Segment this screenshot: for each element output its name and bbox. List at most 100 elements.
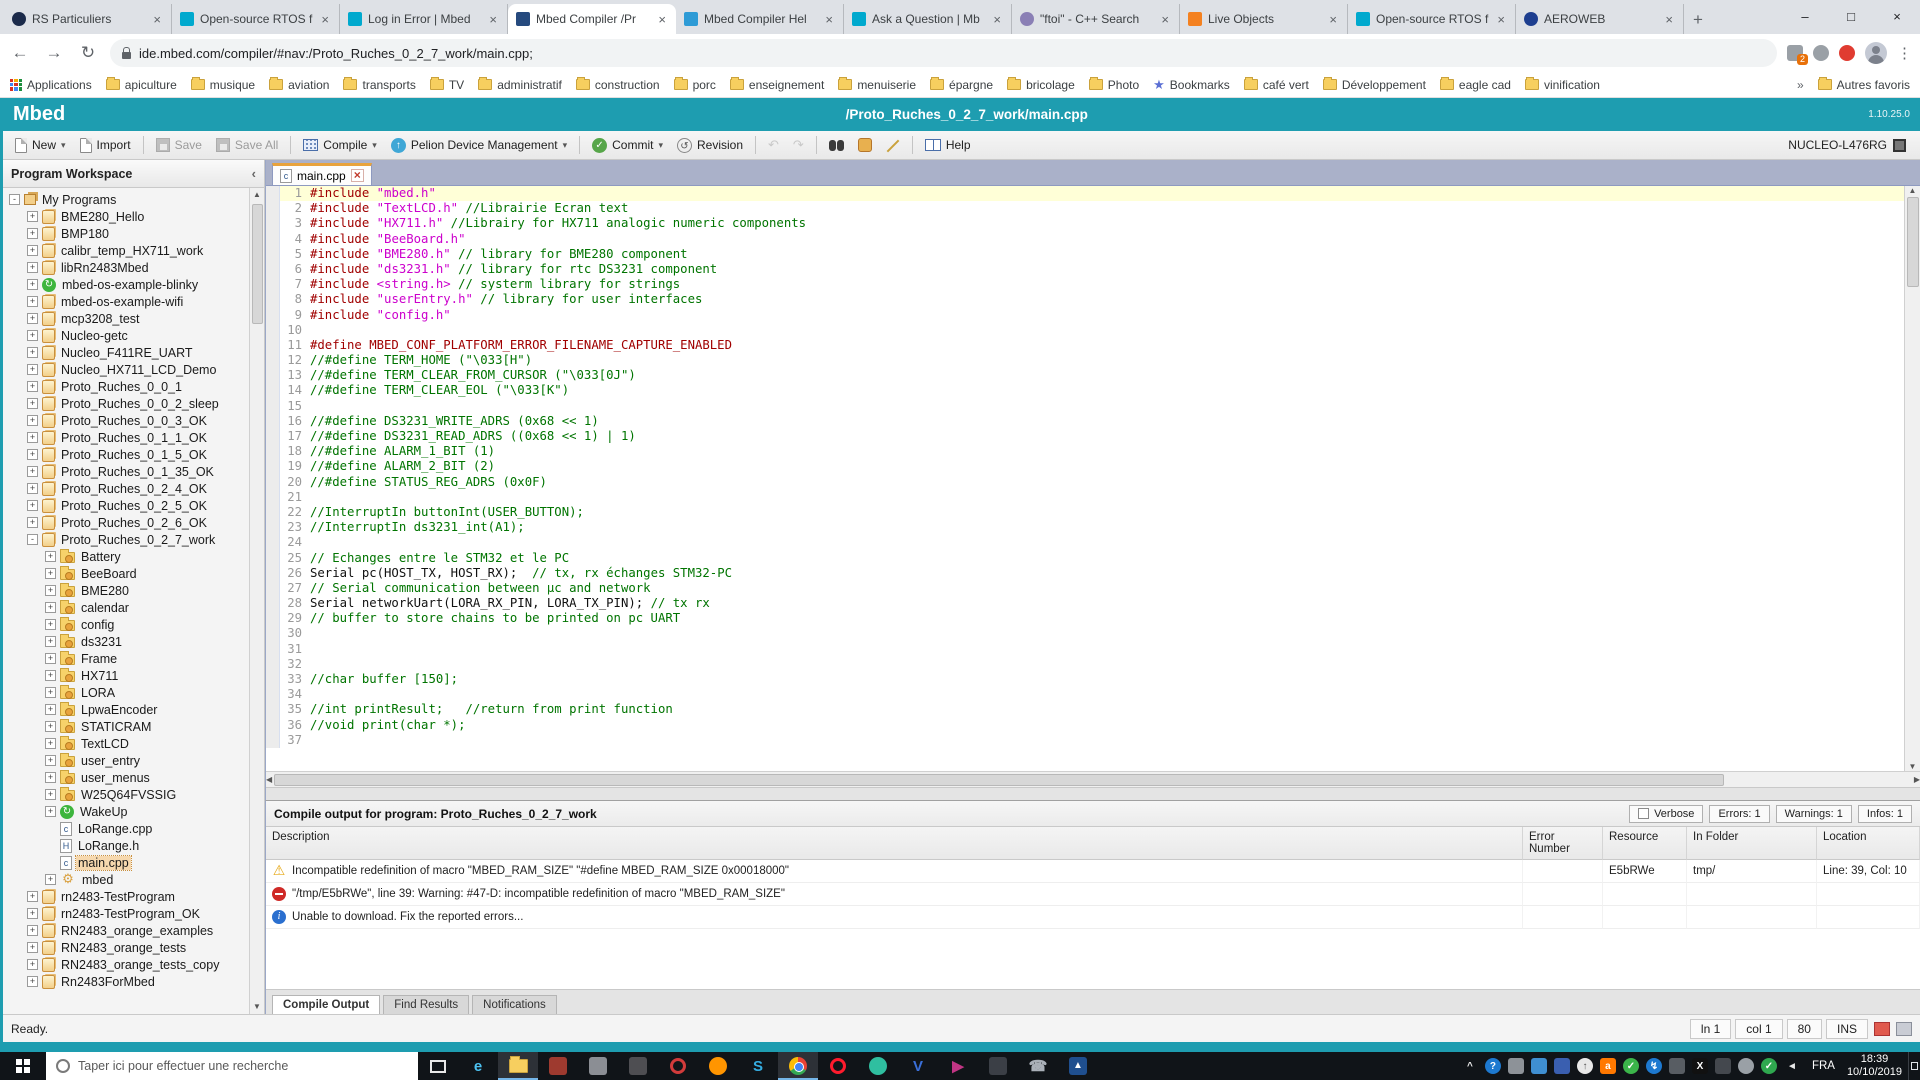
output-row-error-number[interactable] (1523, 860, 1603, 883)
tree-item[interactable]: + mbed-os-example-wifi (3, 293, 249, 310)
bookmark-item[interactable]: enseignement (729, 77, 824, 92)
code-line[interactable]: 2 #include "TextLCD.h" //Librairie Ecran … (266, 201, 1904, 217)
code-line[interactable]: 32 (266, 656, 1904, 672)
bookmark-item[interactable]: Développement (1322, 77, 1426, 92)
tree-item[interactable]: + Proto_Ruches_0_0_1 (3, 378, 249, 395)
scroll-up-icon[interactable]: ▲ (253, 188, 261, 202)
profile-avatar[interactable] (1865, 42, 1887, 64)
notification-center-button[interactable] (1908, 1052, 1920, 1080)
scroll-left-icon[interactable]: ◀ (266, 775, 272, 784)
teams-icon[interactable] (858, 1052, 898, 1080)
code-line[interactable]: 6 #include "ds3231.h" // library for rtc … (266, 261, 1904, 278)
tree-item[interactable]: + rn2483-TestProgram_OK (3, 905, 249, 922)
breakpoint-margin[interactable] (266, 565, 280, 581)
output-row-error-number[interactable] (1523, 906, 1603, 929)
panel-resizer[interactable] (266, 787, 1920, 800)
tree-expander-icon[interactable]: + (27, 279, 38, 290)
browser-tab[interactable]: "ftoi" - C++ Search × (1012, 4, 1180, 34)
bookmark-item[interactable]: ★ Bookmarks (1153, 77, 1230, 93)
settings-icon[interactable] (578, 1052, 618, 1080)
tree-expander-icon[interactable]: + (27, 908, 38, 919)
tree-item[interactable]: + Proto_Ruches_0_2_4_OK (3, 480, 249, 497)
breakpoint-margin[interactable] (266, 535, 280, 551)
editor-tab-main-cpp[interactable]: c main.cpp × (272, 163, 372, 185)
code-line[interactable]: 12 //#define TERM_HOME ("\033[H") (266, 353, 1904, 369)
tree-expander-icon[interactable]: + (27, 228, 38, 239)
collapse-sidebar-icon[interactable]: ‹ (252, 166, 256, 181)
tree-expander-icon[interactable]: + (27, 415, 38, 426)
bookmark-item[interactable]: vinification (1524, 77, 1600, 92)
breakpoint-margin[interactable] (266, 246, 280, 262)
back-icon[interactable]: ← (8, 43, 32, 63)
satellite-icon[interactable] (1737, 1058, 1754, 1074)
bookmark-item[interactable]: construction (575, 77, 660, 92)
tree-expander-icon[interactable]: + (45, 551, 56, 562)
errors-filter-button[interactable]: Errors: 1 (1709, 804, 1770, 823)
store-icon[interactable] (538, 1052, 578, 1080)
tree-expander-icon[interactable]: - (9, 194, 20, 205)
infos-filter-button[interactable]: Infos: 1 (1857, 804, 1912, 823)
tab-close-icon[interactable]: × (319, 12, 331, 27)
chrome-icon[interactable] (778, 1052, 818, 1080)
tray-expand-icon[interactable]: ^ (1462, 1058, 1478, 1074)
tree-expander-icon[interactable]: + (45, 789, 56, 800)
breakpoint-margin[interactable] (266, 717, 280, 733)
tree-item[interactable]: + HX711 (3, 667, 249, 684)
output-row-location[interactable] (1817, 906, 1920, 929)
tree-expander-icon[interactable]: + (45, 755, 56, 766)
defender-check-icon[interactable]: ✓ (1622, 1058, 1639, 1074)
breakpoint-margin[interactable] (266, 398, 280, 414)
avast-extension-icon[interactable] (1839, 45, 1855, 61)
bookmark-item[interactable]: administratif (478, 77, 562, 92)
breakpoint-margin[interactable] (266, 292, 280, 308)
commit-button[interactable]: ✓ Commit ▾ (586, 135, 669, 156)
tree-expander-icon[interactable]: + (27, 398, 38, 409)
output-row-resource[interactable]: E5bRWe (1603, 860, 1687, 883)
code-line[interactable]: 10 (266, 322, 1904, 338)
tree-expander-icon[interactable]: + (27, 432, 38, 443)
verbose-checkbox[interactable] (1638, 808, 1650, 819)
import-button[interactable]: Import (74, 135, 137, 156)
column-header-resource[interactable]: Resource (1603, 827, 1687, 860)
tree-expander-icon[interactable]: + (27, 313, 38, 324)
tree-expander-icon[interactable]: + (45, 806, 56, 817)
code-line[interactable]: 18 //#define ALARM_1_BIT (1) (266, 444, 1904, 460)
tab-close-icon[interactable]: × (991, 12, 1003, 27)
tree-item[interactable]: + ⚙ mbed (3, 871, 249, 888)
tree-item[interactable]: + Nucleo_HX711_LCD_Demo (3, 361, 249, 378)
code-line[interactable]: 13 //#define TERM_CLEAR_FROM_CURSOR ("\03… (266, 368, 1904, 384)
tree-item[interactable]: + Proto_Ruches_0_2_6_OK (3, 514, 249, 531)
breakpoint-margin[interactable] (266, 459, 280, 475)
tree-item[interactable]: + RN2483_orange_examples (3, 922, 249, 939)
tree-item[interactable]: - My Programs (3, 191, 249, 208)
browser-tab[interactable]: Log in Error | Mbed × (340, 4, 508, 34)
tab-close-icon[interactable]: × (656, 12, 668, 27)
tree-item[interactable]: + W25Q64FVSSIG (3, 786, 249, 803)
code-line[interactable]: 27 // Serial communication between µc and… (266, 580, 1904, 597)
console-icon[interactable] (978, 1052, 1018, 1080)
excel-black-icon[interactable]: X (1691, 1058, 1708, 1074)
code-line[interactable]: 36 //void print(char *); (266, 717, 1904, 733)
code-line[interactable]: 33 //char buffer [150]; (266, 672, 1904, 688)
edge-icon[interactable]: e (458, 1052, 498, 1080)
output-row-location[interactable]: Line: 39, Col: 10 (1817, 860, 1920, 883)
tab-close-icon[interactable]: × (1327, 12, 1339, 27)
gimp-icon[interactable] (618, 1052, 658, 1080)
output-row-in-folder[interactable] (1687, 883, 1817, 906)
code-line[interactable]: 30 (266, 626, 1904, 642)
column-header-error-number[interactable]: Error Number (1523, 827, 1603, 860)
phone-icon[interactable]: ☎ (1018, 1052, 1058, 1080)
https-lock-icon[interactable] (122, 46, 131, 59)
bookmarks-overflow-icon[interactable]: » (1797, 78, 1804, 92)
close-tab-icon[interactable]: × (350, 169, 364, 182)
task-view-icon[interactable] (418, 1052, 458, 1080)
scroll-up-icon[interactable]: ▲ (1909, 186, 1917, 195)
bookmark-item[interactable]: apiculture (105, 77, 177, 92)
column-header-description[interactable]: Description (266, 827, 1523, 860)
tree-item[interactable]: H LoRange.h (3, 837, 249, 854)
tree-item[interactable]: + BME280_Hello (3, 208, 249, 225)
scrollbar-thumb[interactable] (274, 773, 1725, 786)
tree-item[interactable]: c main.cpp (3, 854, 249, 871)
tree-item[interactable]: + config (3, 616, 249, 633)
code-line[interactable]: 31 (266, 641, 1904, 657)
